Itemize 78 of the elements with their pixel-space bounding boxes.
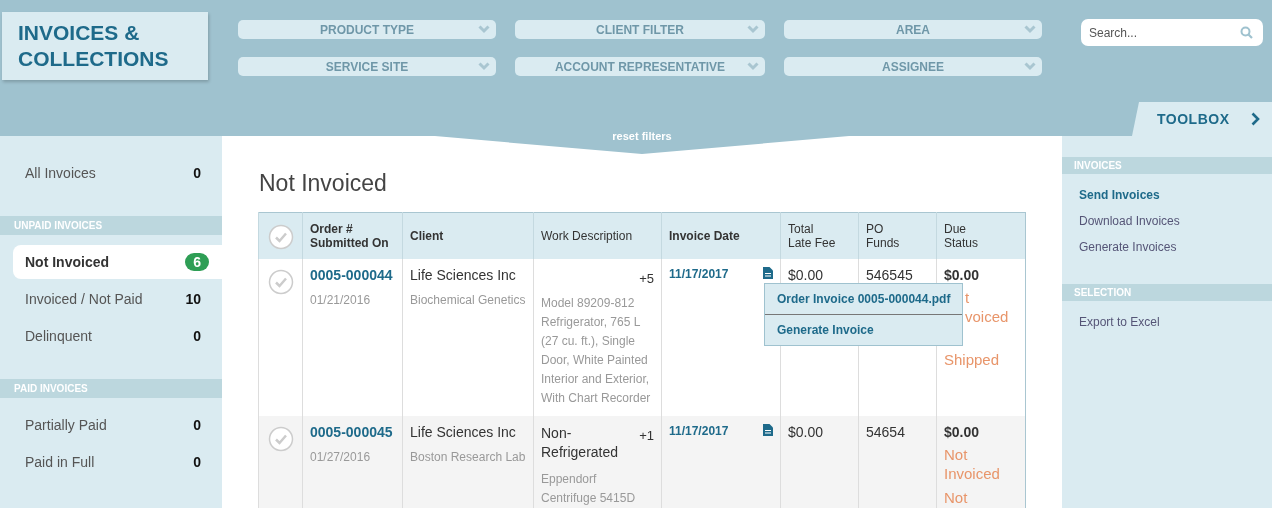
menu-item[interactable]: Generate Invoice [765, 314, 962, 345]
checkbox[interactable] [267, 426, 294, 452]
status-text: Not Invoiced [944, 445, 1001, 483]
item-count: 0 [193, 328, 201, 344]
sidebar-item[interactable]: All Invoices 0 [13, 156, 222, 190]
sidebar-item[interactable]: Invoiced / Not Paid 10 [13, 282, 222, 316]
search-field[interactable]: Search... [1081, 19, 1263, 46]
toolbox-link[interactable]: Generate Invoices [1062, 234, 1272, 260]
chevron-right-icon [1251, 112, 1260, 126]
status-text: voiced [965, 307, 1010, 326]
po-funds: 546545 [866, 267, 913, 283]
more-count[interactable]: +5 [639, 271, 654, 286]
status-text: Not [944, 488, 969, 507]
section-heading: SELECTION [1062, 284, 1272, 301]
document-icon[interactable] [763, 424, 773, 436]
toolbox-link[interactable]: Download Invoices [1062, 208, 1272, 234]
service-site: Biochemical Genetics [410, 292, 526, 309]
count-badge: 6 [185, 253, 209, 271]
submitted-date: 01/21/2016 [310, 292, 372, 309]
order-link[interactable]: 0005-000045 [310, 424, 393, 440]
client-name: Life Sciences Inc [410, 267, 517, 283]
page-title: Not Invoiced [259, 170, 388, 197]
document-icon[interactable] [763, 267, 773, 279]
chevron-down-icon [747, 25, 759, 34]
service-site: Boston Research Lab [410, 449, 526, 466]
chevron-down-icon [478, 25, 490, 34]
sidebar-item-label: Invoiced / Not Paid [25, 291, 143, 307]
app-title: INVOICES & COLLECTIONS [18, 20, 168, 72]
sidebar-item[interactable]: Delinquent 0 [13, 319, 222, 353]
toolbox-link[interactable]: Export to Excel [1062, 309, 1272, 335]
sidebar-item-label: Delinquent [25, 328, 92, 344]
section-heading: UNPAID INVOICES [0, 216, 222, 235]
sidebar-item[interactable]: Not Invoiced 6 [13, 245, 222, 279]
sidebar-item-label: Partially Paid [25, 417, 107, 433]
late-fee: $0.00 [788, 267, 824, 283]
work-category: Non-Refrigerated [541, 424, 620, 462]
chevron-down-icon [747, 62, 759, 71]
work-description: Model 89209-812 Refrigerator, 765 L (27 cu. ft.), Single Door, White Painted Interior and Exterior, With Chart Recorder [541, 295, 652, 407]
sidebar-item-label: Not Invoiced [25, 254, 109, 270]
po-funds: 54654 [866, 424, 905, 440]
column-header[interactable]: Due Status [944, 222, 1018, 250]
toolbox-tab[interactable]: TOOLBOX [1132, 102, 1272, 136]
section-heading: PAID INVOICES [0, 379, 222, 398]
submitted-date: 01/27/2016 [310, 449, 372, 466]
chevron-down-icon [1024, 25, 1036, 34]
column-header[interactable]: Invoice Date [669, 229, 773, 243]
column-header[interactable]: Client [410, 229, 526, 243]
checkbox[interactable] [267, 224, 294, 250]
sidebar-item-label: All Invoices [25, 165, 96, 181]
item-count: 0 [193, 454, 201, 470]
due-amount: $0.00 [944, 267, 981, 283]
menu-item[interactable]: Order Invoice 0005-000044.pdf [765, 284, 962, 314]
chevron-down-icon [1024, 62, 1036, 71]
checkbox[interactable] [267, 269, 294, 295]
client-name: Life Sciences Inc [410, 424, 517, 440]
due-amount: $0.00 [944, 424, 981, 440]
sidebar-item[interactable]: Paid in Full 0 [13, 445, 222, 479]
item-count: 0 [193, 165, 201, 181]
sidebar-item[interactable]: Partially Paid 0 [13, 408, 222, 442]
toolbox-link[interactable]: Send Invoices [1062, 182, 1272, 208]
status-text: t [965, 288, 971, 307]
chevron-down-icon [478, 62, 490, 71]
sidebar-item-label: Paid in Full [25, 454, 95, 470]
order-link[interactable]: 0005-000044 [310, 267, 393, 283]
column-header[interactable]: PO Funds [866, 222, 929, 250]
work-description: Eppendorf Centrifuge 5415D [541, 471, 637, 507]
item-count: 10 [185, 291, 201, 307]
status-text: Shipped [944, 350, 1001, 369]
search-icon [1240, 26, 1253, 39]
column-header[interactable]: Work Description [541, 229, 654, 243]
column-header[interactable]: Total Late Fee [788, 222, 851, 250]
invoice-date: 11/17/2017 [669, 267, 729, 281]
section-heading: INVOICES [1062, 157, 1272, 174]
more-count[interactable]: +1 [639, 428, 654, 443]
invoice-date: 11/17/2017 [669, 424, 729, 438]
late-fee: $0.00 [788, 424, 824, 440]
column-header[interactable]: Order # Submitted On [310, 222, 395, 250]
item-count: 0 [193, 417, 201, 433]
